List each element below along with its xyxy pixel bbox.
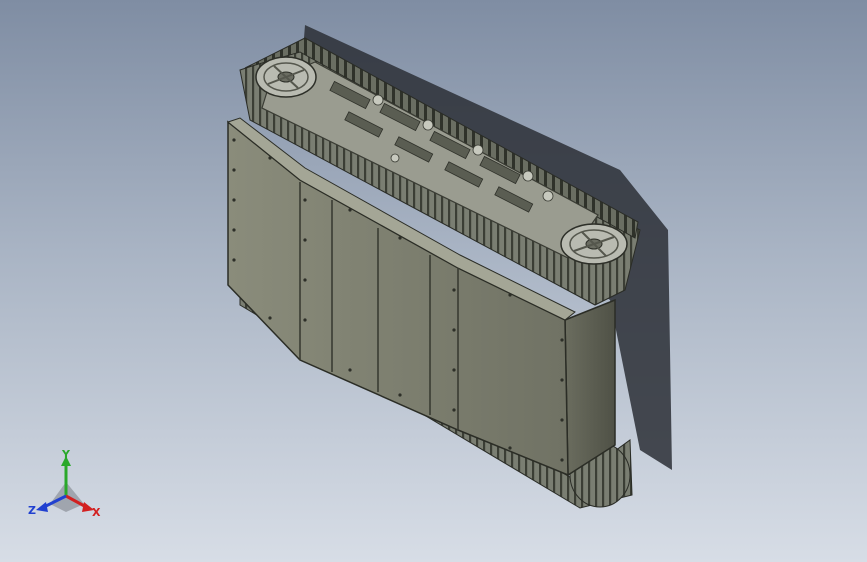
tracked-chassis-model[interactable]: [0, 0, 867, 562]
rear-sprocket-wheel[interactable]: [560, 223, 628, 265]
chassis-end-panel: [564, 298, 616, 477]
graphics-viewport[interactable]: Y X Z: [0, 0, 867, 562]
front-sprocket-wheel[interactable]: [255, 56, 317, 98]
triad-x-label: X: [92, 506, 101, 519]
triad-y-label: Y: [61, 448, 71, 461]
view-orientation-triad[interactable]: Y X Z: [26, 448, 106, 528]
triad-z-label: Z: [28, 504, 36, 517]
